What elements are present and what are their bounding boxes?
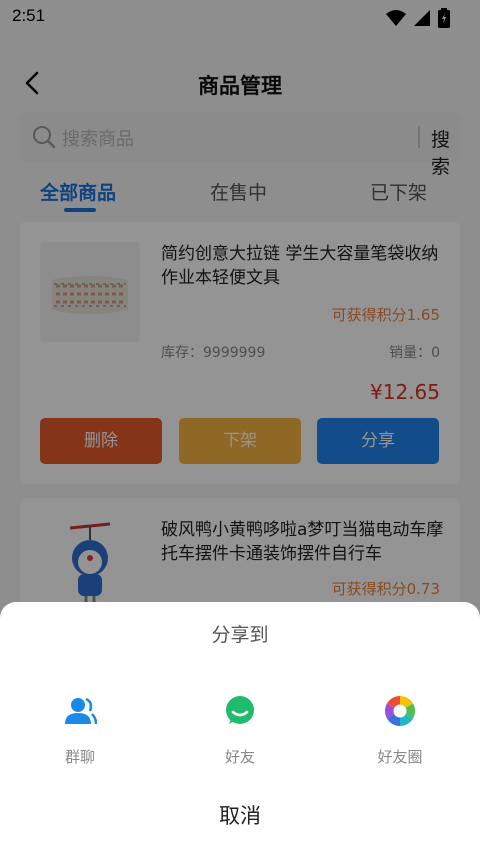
cancel-button[interactable]: 取消 [0, 800, 480, 830]
product-management-page: 2:51 商品管理 搜索商品 搜索 全部商品 在售中 已下架 简约创意大拉链 学… [0, 0, 480, 853]
share-option-label: 好友圈 [377, 748, 423, 766]
share-sheet-title: 分享到 [211, 624, 269, 646]
share-option-label: 好友 [224, 748, 255, 766]
moments-icon [384, 696, 416, 726]
share-option-label: 群聊 [64, 748, 95, 766]
share-sheet: 分享到 群聊 好友 好友圈 取消 [0, 602, 480, 853]
friend-chat-icon [226, 696, 254, 724]
share-option-friend[interactable]: 好友 [195, 694, 285, 767]
share-option-moments[interactable]: 好友圈 [355, 694, 445, 767]
group-chat-icon [65, 697, 98, 725]
share-option-group-chat[interactable]: 群聊 [35, 694, 125, 767]
